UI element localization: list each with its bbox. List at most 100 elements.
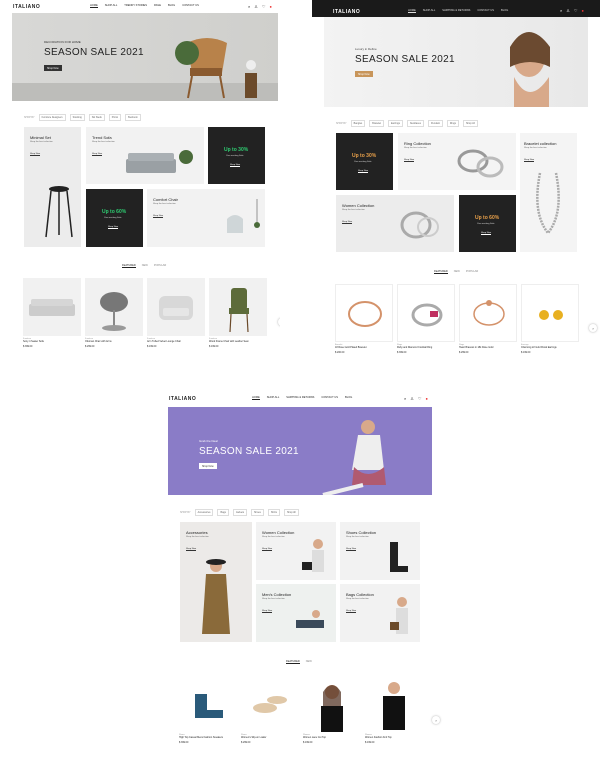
product-card[interactable]: Shoes High Top Casual Mens Fashion Sneak…: [179, 674, 237, 744]
tab-featured[interactable]: FEATURED: [122, 264, 136, 268]
category-chip[interactable]: Bags: [217, 509, 229, 516]
product-card[interactable]: Earrings Charming 22 Gold Floral Earring…: [521, 284, 579, 354]
tab-new[interactable]: NEW: [142, 264, 148, 268]
tab-new[interactable]: NEW: [306, 660, 312, 664]
menu-item[interactable]: PAGE: [154, 4, 161, 8]
product-image[interactable]: [23, 278, 81, 336]
category-chip[interactable]: Bedroom: [125, 114, 141, 121]
menu-item[interactable]: BLOG: [168, 4, 175, 8]
product-name[interactable]: Women's Slip-on Loafer: [241, 736, 299, 740]
promo-tile-sale-30[interactable]: Up to 30% Your exciting Sale Shop Now: [208, 127, 265, 184]
tab-popular[interactable]: POPULAR: [466, 270, 478, 274]
wishlist-icon[interactable]: ♡: [418, 396, 422, 401]
category-chip[interactable]: Rings: [446, 120, 459, 127]
category-chip[interactable]: Necklaces: [406, 120, 424, 127]
product-name[interactable]: Women Lace Cut Top: [303, 736, 361, 740]
menu-item[interactable]: HOME: [252, 396, 260, 400]
tile-shop-link[interactable]: Shop Now: [108, 226, 119, 229]
category-chip[interactable]: Shop All: [463, 120, 478, 127]
product-card[interactable]: Furniture Ottoman Chair with Arms $ 299.…: [85, 278, 143, 348]
menu-item[interactable]: SHOP ALL: [267, 396, 280, 400]
user-icon[interactable]: ♙: [410, 396, 414, 401]
product-image[interactable]: [179, 674, 237, 732]
product-card[interactable]: Rings Heart Bracelet in 18k Rose Gold $ …: [459, 284, 517, 354]
tab-new[interactable]: NEW: [454, 270, 460, 274]
menu-item[interactable]: SHOP ALL: [423, 9, 436, 13]
product-card[interactable]: Furniture Wood Frame Chair with Leather …: [209, 278, 267, 348]
logo[interactable]: ITALIANO: [13, 4, 40, 10]
chevron-right-icon[interactable]: ›: [278, 318, 280, 326]
logo[interactable]: ITALIANO: [169, 396, 196, 402]
category-chip[interactable]: Earrings: [388, 120, 403, 127]
promo-tile-sale-30[interactable]: Up to 30% Your exciting Sale Shop Now: [336, 133, 393, 190]
category-chip[interactable]: Shirts: [267, 509, 280, 516]
category-chip[interactable]: Accessories: [194, 509, 214, 516]
product-image[interactable]: [209, 278, 267, 336]
product-image[interactable]: [521, 284, 579, 342]
menu-item[interactable]: SHIPPING & RETURNS: [286, 396, 314, 400]
product-card[interactable]: Rings Ruby and Diamond Cocktail Ring $ 3…: [397, 284, 455, 354]
tab-featured[interactable]: FEATURED: [434, 270, 448, 274]
product-card[interactable]: Furniture Sony 4 Seater Sofa $ 399.00: [23, 278, 81, 348]
cart-icon[interactable]: ●: [425, 396, 427, 401]
category-chip[interactable]: Pendant: [427, 120, 443, 127]
tab-featured[interactable]: FEATURED: [286, 660, 300, 664]
promo-tile-sale-60[interactable]: Up to 60% Your exciting Sale Shop Now: [459, 195, 516, 252]
menu-item[interactable]: CONTACT US: [182, 4, 199, 8]
wishlist-icon[interactable]: ♡: [574, 8, 578, 13]
tile-shop-link[interactable]: Shop Now: [481, 232, 492, 235]
chevron-right-icon[interactable]: ›: [432, 716, 440, 724]
product-image[interactable]: [85, 278, 143, 336]
product-image[interactable]: [459, 284, 517, 342]
product-image[interactable]: [147, 278, 205, 336]
product-name[interactable]: Sony 4 Seater Sofa: [23, 340, 81, 344]
promo-tile-accessories[interactable]: Accessories Shop the best selection Shop…: [180, 522, 252, 642]
product-card[interactable]: Shoes Women's Slip-on Loafer $ 299.00: [241, 674, 299, 744]
promo-tile-shoes-collection[interactable]: Shoes Collection Shop the best selection…: [340, 522, 420, 580]
category-chip[interactable]: Picnic: [108, 114, 122, 121]
product-name[interactable]: Arm Tufted Velvet Lounge Chair: [147, 340, 205, 344]
category-chip[interactable]: Jackets: [232, 509, 248, 516]
menu-item[interactable]: CONTACT US: [321, 396, 338, 400]
category-chip[interactable]: Furniture Designers: [38, 114, 66, 121]
category-chip[interactable]: Bracelet: [369, 120, 385, 127]
hero-shop-button[interactable]: Shop Now: [44, 65, 62, 71]
promo-tile-mens-collection[interactable]: Men's Collection Shop the best selection…: [256, 584, 336, 642]
category-chip[interactable]: Bangles: [350, 120, 366, 127]
user-icon[interactable]: ♙: [254, 4, 258, 9]
category-chip[interactable]: Stocking: [69, 114, 85, 121]
wishlist-icon[interactable]: ♡: [262, 4, 266, 9]
product-name[interactable]: Charming 22 Gold Floral Earrings: [521, 346, 579, 350]
promo-tile-women-collection[interactable]: Women Collection Shop the best selection…: [256, 522, 336, 580]
product-card[interactable]: Furniture Arm Tufted Velvet Lounge Chair…: [147, 278, 205, 348]
product-card[interactable]: Women Women Lace Cut Top $ 199.00: [303, 674, 361, 744]
product-name[interactable]: Ottoman Chair with Arms: [85, 340, 143, 344]
promo-tile-bags-collection[interactable]: Bags Collection Shop the best selection …: [340, 584, 420, 642]
promo-tile-ring-collection[interactable]: Ring Collection Shop the best selection …: [398, 133, 516, 190]
hero-shop-button[interactable]: Shop Now: [355, 71, 373, 77]
category-chip[interactable]: Shoes: [251, 509, 264, 516]
menu-item[interactable]: SHIPPING & RETURNS: [442, 9, 470, 13]
tile-shop-link[interactable]: Shop Now: [358, 170, 369, 173]
promo-tile-trend-sofa[interactable]: Trend Sofa Shop the best selection Shop …: [86, 127, 204, 184]
product-card[interactable]: Women Women Fashion Knit Top $ 199.00: [365, 674, 423, 744]
search-icon[interactable]: ⌕: [404, 396, 406, 401]
promo-tile-sale-60[interactable]: Up to 60% Your exciting Sale Shop Now: [86, 189, 143, 247]
product-name[interactable]: Heart Bracelet in 18k Rose Gold: [459, 346, 517, 350]
search-icon[interactable]: ⌕: [248, 4, 250, 9]
product-name[interactable]: High Top Casual Mens Fashion Sneakers: [179, 736, 237, 740]
menu-item[interactable]: CONTACT US: [477, 9, 494, 13]
menu-item[interactable]: BLOG: [345, 396, 352, 400]
product-image[interactable]: [241, 674, 299, 732]
product-name[interactable]: 18 Rose Gold Plated Bracelet: [335, 346, 393, 350]
promo-tile-bracelet-collection[interactable]: Bracelet collection Shop the best select…: [520, 133, 577, 252]
tab-popular[interactable]: POPULAR: [154, 264, 166, 268]
promo-tile-women-collection[interactable]: Women Collection Shop the best selection…: [336, 195, 454, 252]
cart-icon[interactable]: ●: [581, 8, 583, 13]
product-image[interactable]: [365, 674, 423, 732]
product-card[interactable]: Bracelet 18 Rose Gold Plated Bracelet $ …: [335, 284, 393, 354]
search-icon[interactable]: ⌕: [560, 8, 562, 13]
promo-tile-comfort-chair[interactable]: Comfort Chair Shop the best selection Sh…: [147, 189, 265, 247]
chevron-right-icon[interactable]: ›: [589, 324, 597, 332]
product-image[interactable]: [397, 284, 455, 342]
